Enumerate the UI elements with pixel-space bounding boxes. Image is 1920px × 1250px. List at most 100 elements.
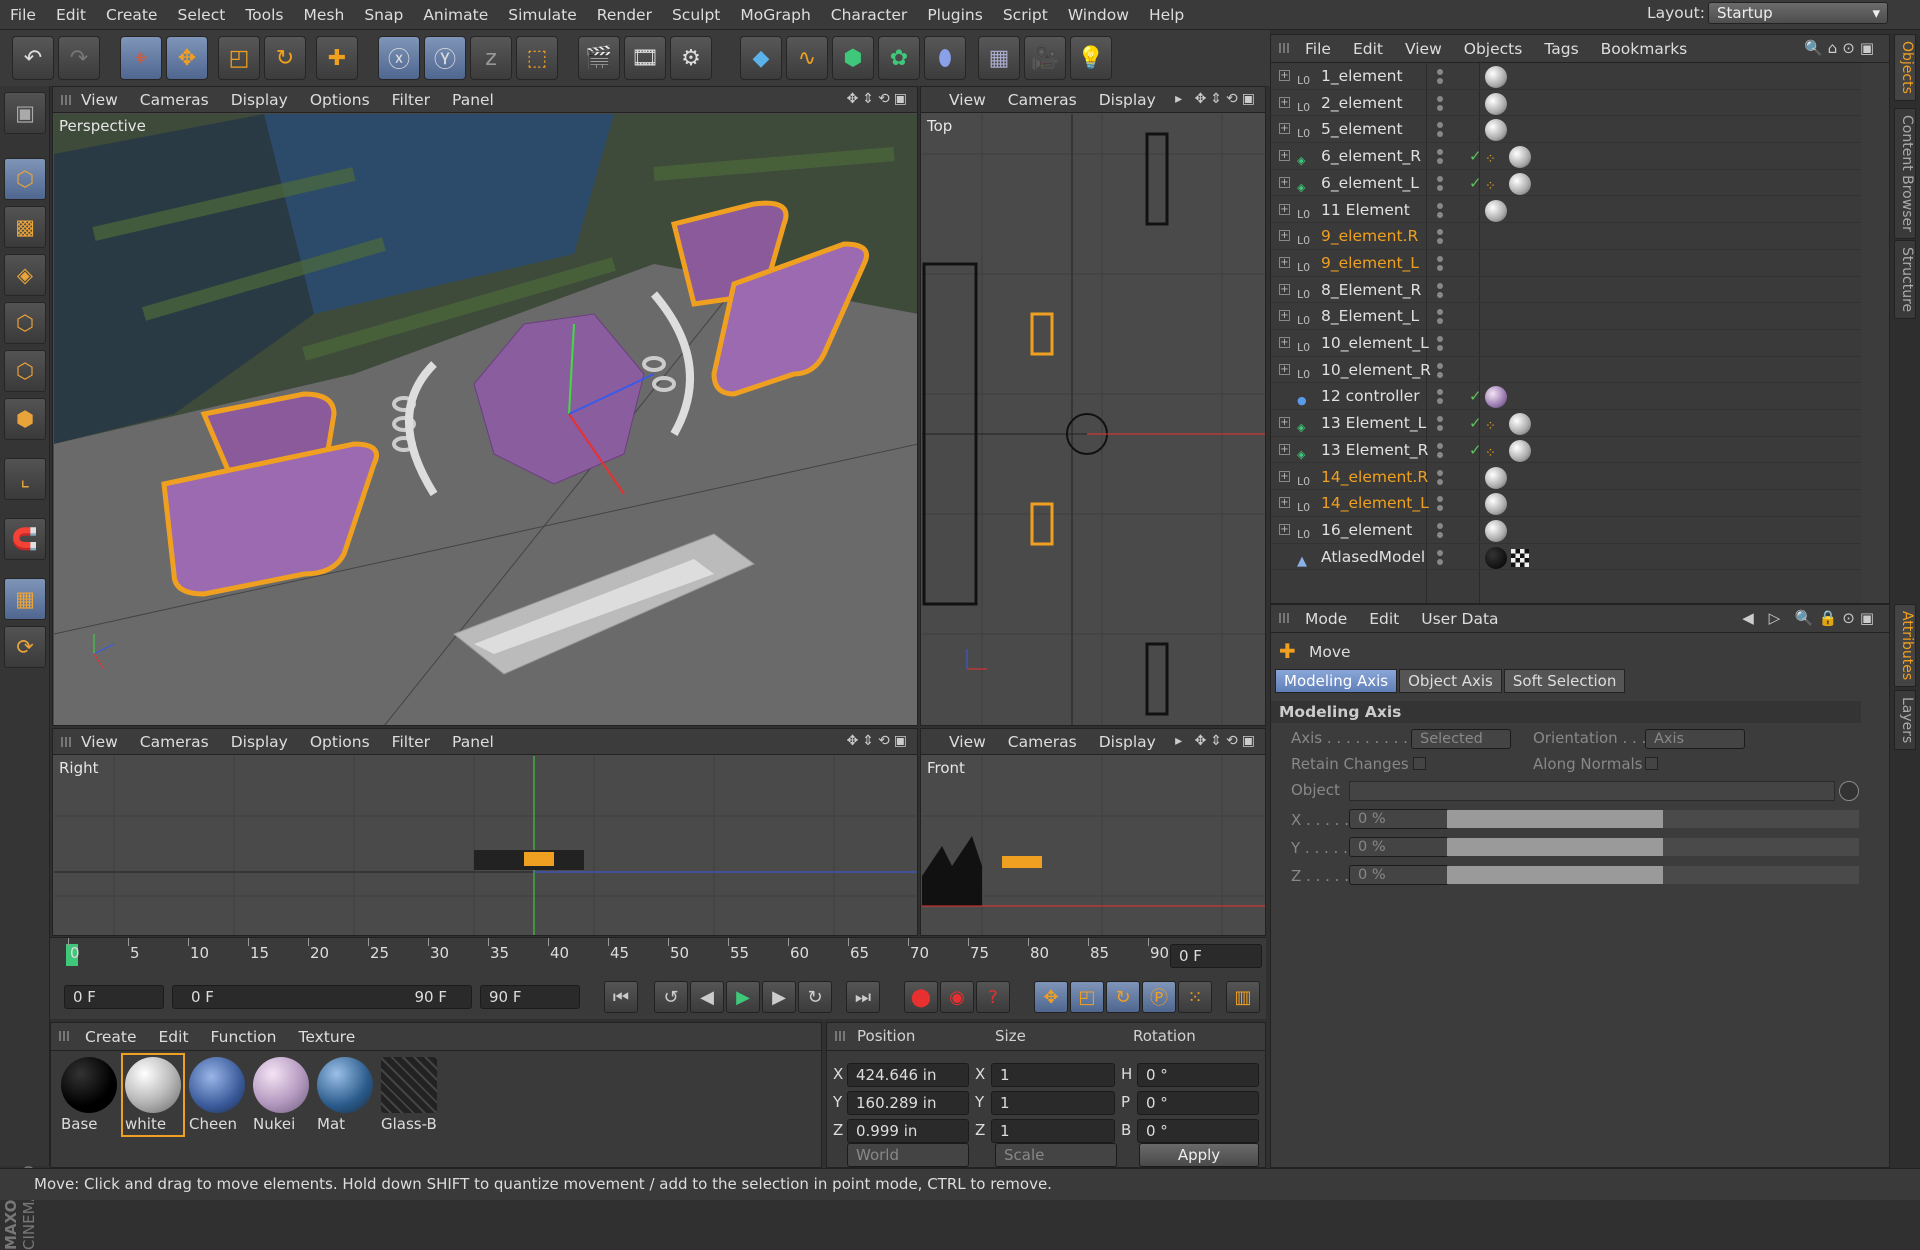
visibility-dots[interactable] [1435, 174, 1445, 194]
top-scene[interactable] [922, 114, 1266, 726]
menu-snap[interactable]: Snap [354, 0, 413, 30]
x-axis-lock-icon[interactable]: ⓧ [378, 36, 420, 80]
material-cheen[interactable]: Cheen [187, 1055, 247, 1135]
expand-icon[interactable]: + [1279, 310, 1290, 322]
key-rotation-icon[interactable]: ↻ [1106, 981, 1140, 1013]
add-object-icon[interactable]: ✚ [316, 36, 358, 80]
render-settings-icon[interactable]: ⚙ [670, 36, 712, 80]
viewport-menu-display[interactable]: Display [231, 91, 288, 109]
menu-create[interactable]: Create [96, 0, 168, 30]
object-row[interactable]: ▲ AtlasedModel [1271, 544, 1861, 571]
object-name[interactable]: 8_Element_R [1321, 277, 1421, 303]
viewport-menu-cameras[interactable]: Cameras [1008, 733, 1077, 751]
visibility-dots[interactable] [1435, 201, 1445, 221]
material-menu-function[interactable]: Function [211, 1028, 277, 1046]
material-tag-icon[interactable] [1485, 386, 1507, 409]
viewport-nav-icons[interactable]: ▸ ✥⇕⟲▣ [1175, 91, 1259, 107]
visibility-dots[interactable] [1435, 361, 1445, 381]
along-normals-checkbox[interactable] [1645, 757, 1658, 770]
visibility-dots[interactable] [1435, 281, 1445, 301]
viewport-menu-filter[interactable]: Filter [392, 733, 430, 751]
expand-icon[interactable]: + [1279, 256, 1290, 268]
visibility-dots[interactable] [1435, 67, 1445, 87]
object-menu-bookmarks[interactable]: Bookmarks [1601, 40, 1688, 58]
render-view-icon[interactable]: 🎬 [578, 36, 620, 80]
coordinate-mode-select[interactable]: Scale [995, 1143, 1117, 1167]
coordinate-space-select[interactable]: World [847, 1143, 969, 1167]
front-scene[interactable] [922, 756, 1266, 936]
menu-file[interactable]: File [0, 0, 46, 30]
menu-tools[interactable]: Tools [235, 0, 293, 30]
axis-select[interactable]: Selected [1411, 729, 1511, 749]
object-link-field[interactable] [1349, 781, 1835, 801]
tab-layers[interactable]: Layers [1894, 690, 1916, 751]
xyz-percent-field[interactable]: 0 % [1349, 809, 1449, 829]
expand-icon[interactable]: + [1279, 150, 1290, 162]
deformer-icon[interactable]: ⬮ [924, 36, 966, 80]
object-row[interactable]: + L0 16_element [1271, 517, 1861, 544]
object-menu-view[interactable]: View [1405, 40, 1442, 58]
menu-character[interactable]: Character [821, 0, 918, 30]
viewport-menu-panel[interactable]: Panel [452, 91, 494, 109]
object-row[interactable]: + L0 5_element [1271, 116, 1861, 144]
tab-objects[interactable]: Objects [1894, 34, 1916, 101]
visibility-dots[interactable] [1435, 548, 1445, 568]
visibility-dots[interactable] [1435, 521, 1445, 541]
object-name[interactable]: 8_Element_L [1321, 303, 1419, 329]
visibility-dots[interactable] [1435, 307, 1445, 327]
attribute-menu-mode[interactable]: Mode [1305, 610, 1347, 628]
enabled-check-icon[interactable]: ✓ [1469, 410, 1482, 436]
object-row[interactable]: + L0 8_Element_R [1271, 277, 1861, 304]
material-tag-icon[interactable] [1509, 172, 1531, 195]
object-row[interactable]: + L0 10_element_L [1271, 330, 1861, 357]
material-tag-icon[interactable] [1509, 439, 1531, 462]
size-field[interactable]: 1 [991, 1063, 1115, 1087]
apply-button[interactable]: Apply [1139, 1143, 1259, 1167]
object-name[interactable]: 5_element [1321, 116, 1403, 142]
model-mode-icon[interactable]: ⬡ [4, 158, 46, 200]
expand-icon[interactable]: + [1279, 337, 1290, 348]
object-name[interactable]: 16_element [1321, 517, 1412, 543]
light-icon[interactable]: 💡 [1070, 36, 1112, 80]
z-axis-lock-icon[interactable]: z [470, 36, 512, 80]
object-manager-nav-icons[interactable]: 🔍⌂⊙▣ [1804, 39, 1879, 57]
material-tag-icon[interactable] [1485, 466, 1507, 489]
go-to-end-icon[interactable]: ⏭ [846, 981, 880, 1013]
object-name[interactable]: 13 Element_L [1321, 410, 1426, 436]
viewport-menu-options[interactable]: Options [310, 91, 370, 109]
object-name[interactable]: 11 Element [1321, 197, 1410, 223]
expand-icon[interactable]: + [1279, 70, 1290, 81]
workplane-icon[interactable]: ◈ [4, 254, 46, 296]
menu-plugins[interactable]: Plugins [917, 0, 993, 30]
viewport-menu-view[interactable]: View [81, 91, 118, 109]
object-row[interactable]: + ◈ 13 Element_R ✓ ⁘ [1271, 437, 1861, 464]
redo-icon[interactable]: ↷ [58, 36, 100, 80]
size-field[interactable]: 1 [991, 1091, 1115, 1115]
texture-mode-icon[interactable]: ▩ [4, 206, 46, 248]
material-tag-icon[interactable] [1485, 493, 1507, 516]
object-row[interactable]: + ◈ 13 Element_L ✓ ⁘ [1271, 410, 1861, 437]
object-name[interactable]: 14_element_L [1321, 490, 1429, 516]
menu-script[interactable]: Script [993, 0, 1058, 30]
menu-mograph[interactable]: MoGraph [730, 0, 820, 30]
expand-icon[interactable]: + [1279, 230, 1290, 242]
viewport-menu-cameras[interactable]: Cameras [140, 733, 209, 751]
camera-icon[interactable]: 🎥 [1024, 36, 1066, 80]
attribute-menu-user-data[interactable]: User Data [1421, 610, 1498, 628]
frame-range-slider[interactable]: 0 F 90 F [172, 985, 472, 1009]
menu-simulate[interactable]: Simulate [498, 0, 587, 30]
menu-render[interactable]: Render [587, 0, 662, 30]
start-frame-field[interactable]: 0 F [64, 985, 164, 1009]
viewport-nav-icons[interactable]: ✥⇕⟲▣ [847, 733, 911, 749]
object-row[interactable]: + L0 9_element.R [1271, 223, 1861, 250]
enabled-check-icon[interactable]: ✓ [1469, 170, 1482, 196]
material-menu-edit[interactable]: Edit [159, 1028, 189, 1046]
object-row[interactable]: ● 12 controller ✓ [1271, 383, 1861, 411]
expand-icon[interactable]: + [1279, 417, 1290, 429]
visibility-dots[interactable] [1435, 254, 1445, 274]
position-field[interactable]: 0.999 in [847, 1119, 969, 1143]
workplane-lock-icon[interactable]: ▦ [4, 578, 46, 620]
snap-icon[interactable]: 🧲 [4, 518, 46, 560]
key-scale-icon[interactable]: ◰ [1070, 981, 1104, 1013]
menu-sculpt[interactable]: Sculpt [662, 0, 730, 30]
